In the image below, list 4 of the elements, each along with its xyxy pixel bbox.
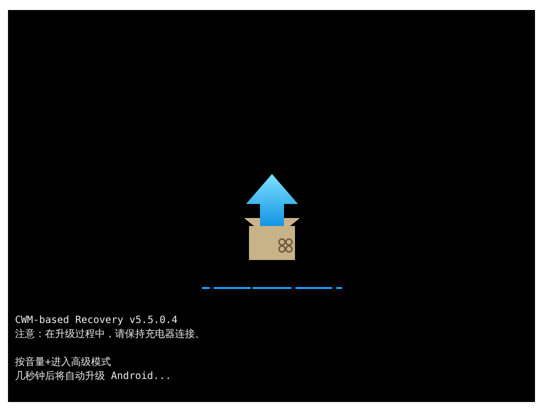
log-line: 几秒钟后将自动升级 Android... (15, 370, 172, 384)
log-line: 按音量+进入高级模式 (15, 356, 112, 370)
log-line: 注意：在升级过程中，请保持充电器连接。 (15, 328, 205, 342)
log-line: CWM-based Recovery v5.5.0.4 (15, 314, 179, 328)
